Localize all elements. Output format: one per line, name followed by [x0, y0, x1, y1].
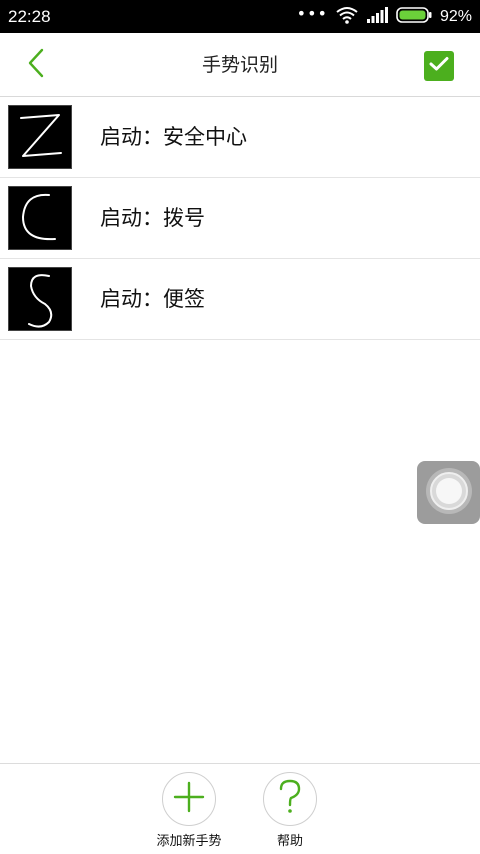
gesture-label: 启动：拨号 [100, 206, 205, 230]
help-label: 帮助 [276, 834, 303, 849]
question-mark-icon [277, 779, 303, 819]
action-bar: 手势识别 [0, 33, 480, 97]
floating-assist-button[interactable] [417, 461, 480, 524]
gesture-c-thumbnail [8, 186, 72, 250]
gesture-recognition-screen: 22:28 ••• 92% 手势识别 启动：安全中心 启动：拨号 启动：便签 添… [0, 0, 480, 854]
gesture-s-thumbnail [8, 267, 72, 331]
help-button[interactable]: 帮助 [240, 772, 340, 849]
wifi-icon [336, 6, 358, 28]
battery-percent: 92% [439, 7, 472, 25]
gesture-row-dialer[interactable]: 启动：拨号 [0, 178, 480, 259]
chevron-left-icon [27, 48, 45, 82]
add-gesture-button[interactable]: 添加新手势 [139, 772, 239, 849]
more-dots-icon: ••• [296, 3, 328, 23]
page-title: 手势识别 [201, 54, 278, 76]
back-button[interactable] [18, 47, 54, 83]
gesture-label: 启动：安全中心 [100, 125, 247, 149]
signal-icon [366, 6, 388, 27]
plus-icon [173, 781, 205, 817]
help-circle [263, 772, 317, 826]
circle-ring-icon [424, 466, 474, 520]
gesture-label: 启动：便签 [100, 287, 205, 311]
status-bar: 22:28 ••• 92% [0, 0, 480, 33]
add-gesture-label: 添加新手势 [156, 834, 222, 849]
gesture-row-security-center[interactable]: 启动：安全中心 [0, 97, 480, 178]
bottom-bar: 添加新手势 帮助 [0, 763, 480, 854]
status-icons: ••• 92% [296, 3, 472, 28]
gesture-z-thumbnail [8, 105, 72, 169]
gesture-list: 启动：安全中心 启动：拨号 启动：便签 [0, 97, 480, 340]
checkbox-checked-icon [429, 56, 449, 76]
confirm-button[interactable] [424, 51, 454, 81]
status-time: 22:28 [8, 6, 51, 26]
add-gesture-circle [162, 772, 216, 826]
gesture-row-notes[interactable]: 启动：便签 [0, 259, 480, 340]
battery-icon [396, 6, 432, 27]
